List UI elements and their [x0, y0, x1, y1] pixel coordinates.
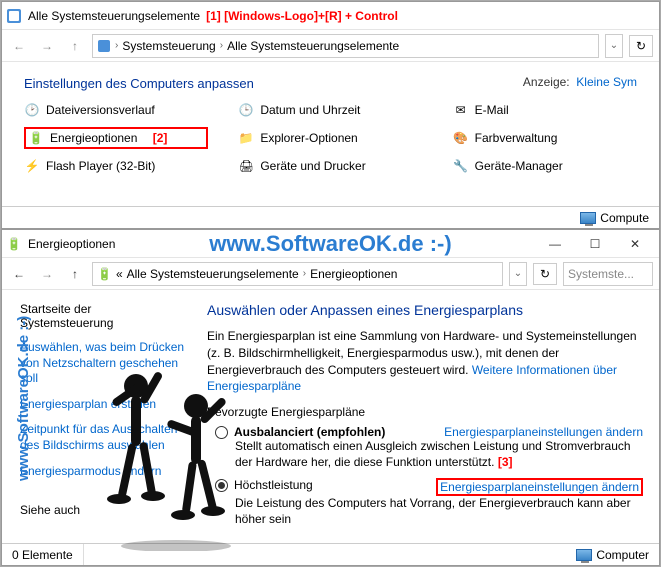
breadcrumb[interactable]: Systemsteuerung — [122, 39, 215, 53]
breadcrumb-overflow[interactable]: « — [116, 267, 123, 281]
status-computer: Computer — [566, 548, 659, 562]
clock-icon: 🕒 — [238, 102, 254, 118]
annotation-3: [3] — [498, 455, 513, 469]
titlebar[interactable]: 🔋 Energieoptionen — ☐ ✕ — [2, 230, 659, 258]
breadcrumb[interactable]: Alle Systemsteuerungselemente — [227, 39, 399, 53]
window-title: Energieoptionen — [28, 237, 115, 251]
see-also-heading: Siehe auch — [20, 503, 187, 517]
power-icon: 🔋 — [28, 130, 44, 146]
minimize-button[interactable]: — — [535, 232, 575, 256]
titlebar[interactable]: Alle Systemsteuerungselemente [1] [Windo… — [2, 2, 659, 30]
back-button[interactable]: ← — [8, 263, 30, 285]
monitor-icon — [580, 212, 596, 224]
control-panel-icon — [97, 39, 111, 53]
sidebar-link-create-plan[interactable]: Energiesparplan erstellen — [20, 397, 187, 413]
item-device-manager[interactable]: 🔧Geräte-Manager — [453, 155, 637, 177]
printer-icon: 🖨 — [238, 158, 254, 174]
item-explorer-options[interactable]: 📁Explorer-Optionen — [238, 127, 422, 149]
up-button[interactable]: ↑ — [64, 35, 86, 57]
history-icon: 🕑 — [24, 102, 40, 118]
plan-name[interactable]: Ausbalanciert (empfohlen) — [234, 425, 385, 439]
radio-balanced[interactable] — [215, 426, 228, 439]
search-input[interactable]: Systemste... — [563, 262, 653, 286]
window-title: Alle Systemsteuerungselemente — [28, 9, 200, 23]
item-color-mgmt[interactable]: 🎨Farbverwaltung — [453, 127, 637, 149]
address-bar[interactable]: 🔋 « Alle Systemsteuerungselemente › Ener… — [92, 262, 503, 286]
item-devices-printers[interactable]: 🖨Geräte und Drucker — [238, 155, 422, 177]
power-options-window: 🔋 Energieoptionen — ☐ ✕ ← → ↑ 🔋 « Alle S… — [1, 229, 660, 566]
color-icon: 🎨 — [453, 130, 469, 146]
nav-toolbar: ← → ↑ 🔋 « Alle Systemsteuerungselemente … — [2, 258, 659, 290]
status-computer: Compute — [570, 211, 659, 225]
status-bar: Compute — [2, 206, 659, 228]
control-panel-icon — [6, 8, 22, 24]
content-area: Startseite der Systemsteuerung Auswählen… — [2, 290, 659, 543]
sidebar-link-display-off[interactable]: Zeitpunkt für das Ausschalten des Bildsc… — [20, 422, 187, 453]
change-plan-link-highlighted[interactable]: Energiesparplaneinstellungen ändern — [436, 478, 643, 496]
chevron-right-icon: › — [220, 40, 223, 51]
forward-button[interactable]: → — [36, 263, 58, 285]
status-item-count: 0 Elemente — [2, 544, 84, 565]
main-description: Ein Energiesparplan ist eine Sammlung vo… — [207, 328, 643, 395]
plan-high-perf: Höchstleistung Energiesparplaneinstellun… — [215, 478, 643, 527]
sidebar-link-sleep[interactable]: Energiesparmodus ändern — [20, 464, 187, 480]
chevron-right-icon: › — [303, 268, 306, 279]
close-button[interactable]: ✕ — [615, 232, 655, 256]
folder-icon: 📁 — [238, 130, 254, 146]
up-button[interactable]: ↑ — [64, 263, 86, 285]
annotation-2: [2] — [153, 131, 168, 145]
breadcrumb[interactable]: Alle Systemsteuerungselemente — [127, 267, 299, 281]
item-date-time[interactable]: 🕒Datum und Uhrzeit — [238, 99, 422, 121]
breadcrumb[interactable]: Energieoptionen — [310, 267, 397, 281]
item-power-options[interactable]: 🔋Energieoptionen [2] — [24, 127, 208, 149]
window-controls: — ☐ ✕ — [535, 232, 655, 256]
item-email[interactable]: ✉E-Mail — [453, 99, 637, 121]
items-grid: 🕑Dateiversionsverlauf 🕒Datum und Uhrzeit… — [24, 99, 637, 177]
plan-name[interactable]: Höchstleistung — [234, 478, 313, 492]
refresh-button[interactable]: ↻ — [533, 263, 557, 285]
view-value[interactable]: Kleine Sym — [576, 75, 637, 89]
power-icon: 🔋 — [6, 236, 22, 252]
device-icon: 🔧 — [453, 158, 469, 174]
view-label: Anzeige: — [523, 75, 570, 89]
radio-high-perf[interactable] — [215, 479, 228, 492]
item-flash[interactable]: ⚡Flash Player (32-Bit) — [24, 155, 208, 177]
plan-description: Stellt automatisch einen Ausgleich zwisc… — [235, 439, 643, 470]
plan-description: Die Leistung des Computers hat Vorrang, … — [235, 496, 643, 527]
main-heading: Auswählen oder Anpassen eines Energiespa… — [207, 302, 643, 318]
status-bar: 0 Elemente Computer — [2, 543, 659, 565]
address-bar[interactable]: › Systemsteuerung › Alle Systemsteuerung… — [92, 34, 599, 58]
change-plan-link[interactable]: Energiesparplaneinstellungen ändern — [444, 425, 643, 439]
chevron-down-icon[interactable]: ⌄ — [509, 262, 527, 286]
maximize-button[interactable]: ☐ — [575, 232, 615, 256]
forward-button[interactable]: → — [36, 35, 58, 57]
sidebar-home-link[interactable]: Startseite der Systemsteuerung — [20, 302, 187, 330]
sidebar-link-buttons[interactable]: Auswählen, was beim Drücken von Netzscha… — [20, 340, 187, 387]
annotation-1: [1] [Windows-Logo]+[R] + Control — [206, 9, 398, 23]
plans-subheading: Bevorzugte Energiesparpläne — [207, 405, 643, 419]
chevron-down-icon[interactable]: ⌄ — [605, 34, 623, 58]
refresh-button[interactable]: ↻ — [629, 35, 653, 57]
power-icon: 🔋 — [97, 267, 112, 281]
mail-icon: ✉ — [453, 102, 469, 118]
monitor-icon — [576, 549, 592, 561]
item-file-history[interactable]: 🕑Dateiversionsverlauf — [24, 99, 208, 121]
sidebar: Startseite der Systemsteuerung Auswählen… — [2, 290, 197, 543]
content-area: Einstellungen des Computers anpassen Anz… — [2, 62, 659, 183]
plan-balanced: Ausbalanciert (empfohlen) Energiesparpla… — [215, 425, 643, 470]
nav-toolbar: ← → ↑ › Systemsteuerung › Alle Systemste… — [2, 30, 659, 62]
main-panel: Auswählen oder Anpassen eines Energiespa… — [197, 290, 659, 543]
back-button[interactable]: ← — [8, 35, 30, 57]
chevron-right-icon: › — [115, 40, 118, 51]
flash-icon: ⚡ — [24, 158, 40, 174]
control-panel-window: Alle Systemsteuerungselemente [1] [Windo… — [1, 1, 660, 229]
